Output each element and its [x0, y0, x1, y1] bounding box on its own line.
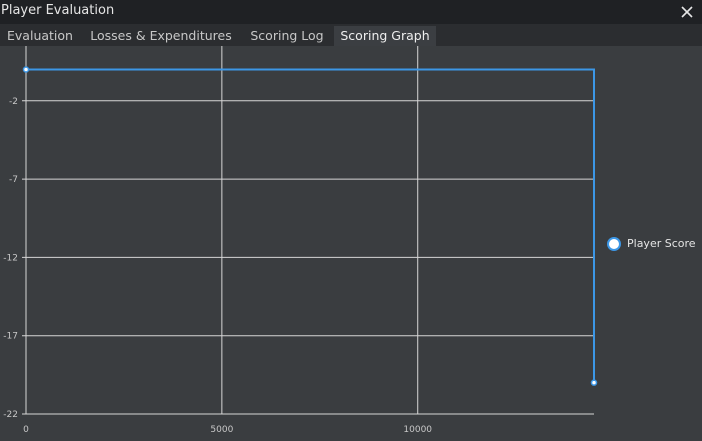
close-icon — [681, 6, 693, 18]
chart-grid — [22, 46, 594, 415]
y-tick-label: -2 — [9, 97, 18, 107]
y-tick-label: -17 — [3, 332, 18, 342]
legend-label: Player Score — [627, 237, 696, 250]
x-tick-label: 5000 — [210, 425, 233, 435]
tab-bar: Evaluation Losses & Expenditures Scoring… — [0, 24, 702, 46]
tab-evaluation[interactable]: Evaluation — [0, 26, 80, 46]
tab-scoring-log[interactable]: Scoring Log — [242, 26, 332, 46]
chart-tick-labels: 0 5000 10000 -2 -7 -12 -17 -22 — [3, 97, 432, 435]
chart-series — [22, 66, 598, 386]
window-title: Player Evaluation — [1, 3, 115, 18]
y-tick-label: -22 — [3, 410, 18, 420]
player-evaluation-window: Player Evaluation Evaluation Losses & Ex… — [0, 0, 702, 441]
scoring-graph-chart: 0 5000 10000 -2 -7 -12 -17 -22 — [3, 46, 598, 435]
title-bar: Player Evaluation — [0, 0, 702, 24]
close-button[interactable] — [676, 1, 698, 23]
y-tick-label: -7 — [9, 175, 18, 185]
legend-marker-icon — [607, 237, 621, 251]
tab-scoring-graph[interactable]: Scoring Graph — [334, 26, 436, 46]
tab-losses-expenditures[interactable]: Losses & Expenditures — [88, 26, 234, 46]
y-tick-label: -12 — [3, 253, 18, 263]
x-tick-label: 0 — [23, 425, 29, 435]
scoring-graph-panel: 0 5000 10000 -2 -7 -12 -17 -22 Player Score — [0, 46, 702, 441]
data-point — [590, 379, 598, 386]
x-tick-label: 10000 — [403, 425, 432, 435]
data-point — [22, 66, 30, 73]
